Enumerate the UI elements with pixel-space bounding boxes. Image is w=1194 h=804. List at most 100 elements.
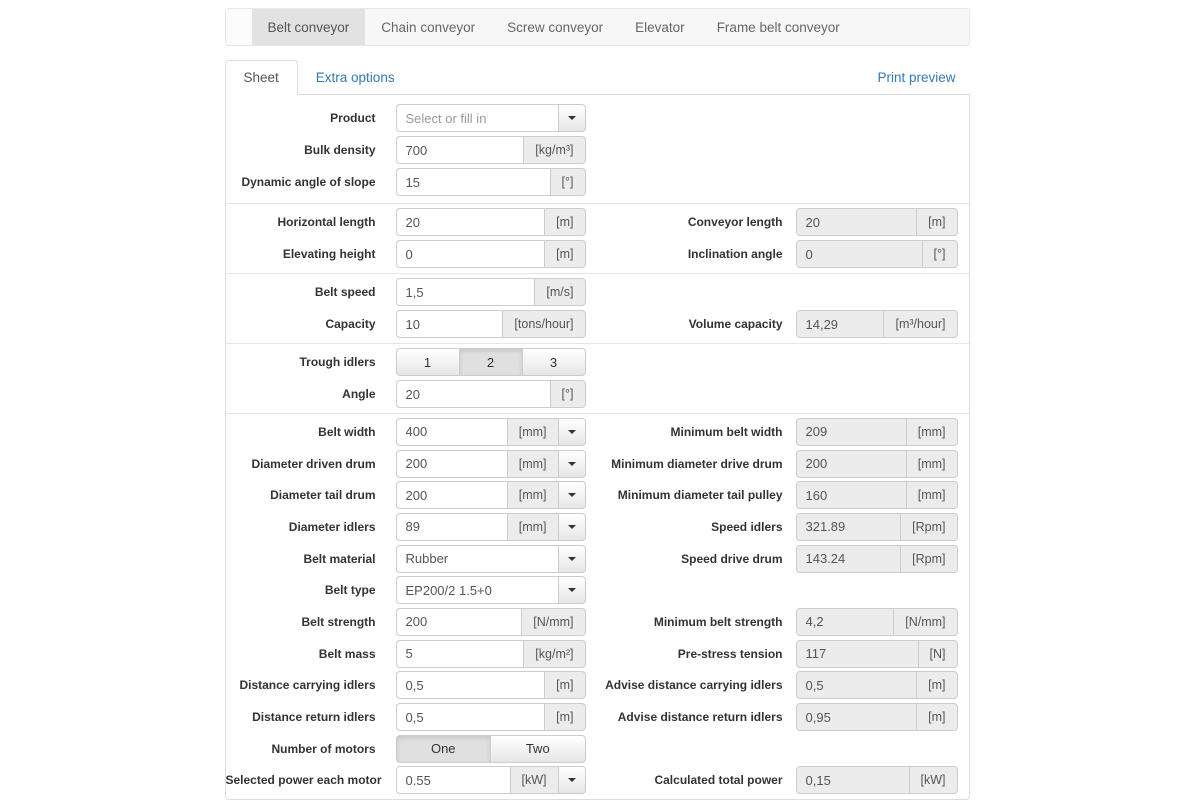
diameter-tail-drum-label: Diameter tail drum bbox=[226, 488, 376, 502]
belt-width-group: [mm] bbox=[396, 418, 586, 446]
belt-width-input[interactable] bbox=[396, 418, 508, 446]
distance-carrying-idlers-label: Distance carrying idlers bbox=[226, 678, 376, 692]
tab-extra-options[interactable]: Extra options bbox=[298, 61, 413, 94]
minimum-diameter-tail-pulley-output bbox=[796, 481, 907, 509]
conveyor-length-group: [m] bbox=[796, 208, 958, 236]
pre-stress-tension-unit: [N] bbox=[918, 640, 958, 668]
form-row-belt-width: Belt width [mm] Minimum belt width [mm] bbox=[226, 416, 969, 448]
belt-strength-input[interactable] bbox=[396, 608, 523, 636]
section-belt-parameters: Belt width [mm] Minimum belt width [mm] … bbox=[226, 413, 969, 799]
diameter-idlers-group: [mm] bbox=[396, 513, 586, 541]
belt-type-dropdown-button[interactable] bbox=[558, 576, 586, 604]
form-row-dynamic-angle: Dynamic angle of slope [°] bbox=[226, 166, 969, 198]
print-preview-link[interactable]: Print preview bbox=[877, 61, 969, 94]
dynamic-angle-group: [°] bbox=[396, 168, 586, 196]
conveyor-length-label: Conveyor length bbox=[600, 215, 783, 229]
tab-elevator[interactable]: Elevator bbox=[619, 9, 701, 45]
belt-strength-group: [N/mm] bbox=[396, 608, 586, 636]
pre-stress-tension-group: [N] bbox=[796, 640, 958, 668]
volume-capacity-label: Volume capacity bbox=[600, 317, 783, 331]
tab-sheet[interactable]: Sheet bbox=[225, 60, 298, 95]
diameter-driven-drum-input[interactable] bbox=[396, 450, 508, 478]
selected-power-input[interactable] bbox=[396, 766, 511, 794]
angle-input[interactable] bbox=[396, 380, 551, 408]
form-row-belt-strength: Belt strength [N/mm] Minimum belt streng… bbox=[226, 606, 969, 638]
minimum-diameter-tail-pulley-label: Minimum diameter tail pulley bbox=[600, 488, 783, 502]
distance-carrying-idlers-unit: [m] bbox=[544, 671, 585, 699]
belt-type-label: Belt type bbox=[226, 583, 376, 597]
capacity-input[interactable] bbox=[396, 310, 504, 338]
calculated-total-power-unit: [kW] bbox=[909, 766, 958, 794]
section-capacity: Belt speed [m/s] Capacity [tons/hour] Vo… bbox=[226, 273, 969, 343]
trough-idlers-option-3[interactable]: 3 bbox=[522, 348, 586, 376]
minimum-diameter-drive-drum-unit: [mm] bbox=[906, 450, 958, 478]
diameter-tail-drum-input[interactable] bbox=[396, 481, 508, 509]
elevating-height-group: [m] bbox=[396, 240, 586, 268]
form-row-diameter-driven-drum: Diameter driven drum [mm] Minimum diamet… bbox=[226, 448, 969, 480]
belt-type-group bbox=[396, 576, 586, 604]
bulk-density-unit: [kg/m³] bbox=[523, 136, 585, 164]
trough-idlers-option-1[interactable]: 1 bbox=[396, 348, 460, 376]
angle-unit: [°] bbox=[550, 380, 586, 408]
belt-mass-group: [kg/m²] bbox=[396, 640, 586, 668]
speed-drive-drum-group: [Rpm] bbox=[796, 545, 958, 573]
tab-chain-conveyor[interactable]: Chain conveyor bbox=[365, 9, 491, 45]
bulk-density-input[interactable] bbox=[396, 136, 525, 164]
belt-material-dropdown-button[interactable] bbox=[558, 545, 586, 573]
diameter-idlers-dropdown-button[interactable] bbox=[558, 513, 586, 541]
belt-speed-input[interactable] bbox=[396, 278, 536, 306]
distance-carrying-idlers-group: [m] bbox=[396, 671, 586, 699]
belt-speed-unit: [m/s] bbox=[534, 278, 585, 306]
dynamic-angle-input[interactable] bbox=[396, 168, 551, 196]
advise-distance-carrying-idlers-output bbox=[796, 671, 918, 699]
diameter-tail-drum-dropdown-button[interactable] bbox=[558, 481, 586, 509]
diameter-driven-drum-dropdown-button[interactable] bbox=[558, 450, 586, 478]
trough-idlers-option-2[interactable]: 2 bbox=[459, 348, 523, 376]
belt-mass-input[interactable] bbox=[396, 640, 525, 668]
form-row-diameter-idlers: Diameter idlers [mm] Speed idlers [Rpm] bbox=[226, 511, 969, 543]
tab-screw-conveyor[interactable]: Screw conveyor bbox=[491, 9, 619, 45]
horizontal-length-input[interactable] bbox=[396, 208, 546, 236]
diameter-idlers-label: Diameter idlers bbox=[226, 520, 376, 534]
capacity-unit: [tons/hour] bbox=[502, 310, 585, 338]
chevron-down-icon bbox=[568, 493, 576, 497]
tabbar-lead-spacer bbox=[226, 9, 252, 45]
chevron-down-icon bbox=[568, 462, 576, 466]
form-row-belt-speed: Belt speed [m/s] bbox=[226, 276, 969, 308]
chevron-down-icon bbox=[568, 525, 576, 529]
belt-width-dropdown-button[interactable] bbox=[558, 418, 586, 446]
capacity-label: Capacity bbox=[226, 317, 376, 331]
number-of-motors-option-one[interactable]: One bbox=[396, 735, 492, 763]
tab-belt-conveyor[interactable]: Belt conveyor bbox=[252, 9, 366, 45]
volume-capacity-output bbox=[796, 310, 885, 338]
elevating-height-input[interactable] bbox=[396, 240, 546, 268]
bulk-density-group: [kg/m³] bbox=[396, 136, 586, 164]
diameter-idlers-unit: [mm] bbox=[507, 513, 559, 541]
minimum-belt-width-output bbox=[796, 418, 907, 446]
distance-return-idlers-input[interactable] bbox=[396, 703, 546, 731]
product-input[interactable] bbox=[396, 104, 559, 132]
advise-distance-return-idlers-group: [m] bbox=[796, 703, 958, 731]
belt-material-group bbox=[396, 545, 586, 573]
minimum-belt-width-group: [mm] bbox=[796, 418, 958, 446]
selected-power-dropdown-button[interactable] bbox=[558, 766, 586, 794]
diameter-tail-drum-group: [mm] bbox=[396, 481, 586, 509]
conveyor-length-output bbox=[796, 208, 918, 236]
product-dropdown-button[interactable] bbox=[558, 104, 586, 132]
belt-material-input[interactable] bbox=[396, 545, 559, 573]
chevron-down-icon bbox=[568, 557, 576, 561]
tab-frame-belt-conveyor[interactable]: Frame belt conveyor bbox=[701, 9, 856, 45]
volume-capacity-unit: [m³/hour] bbox=[883, 310, 957, 338]
number-of-motors-option-two[interactable]: Two bbox=[490, 735, 586, 763]
section-lengths: Horizontal length [m] Conveyor length [m… bbox=[226, 203, 969, 273]
minimum-belt-strength-label: Minimum belt strength bbox=[600, 615, 783, 629]
sheet-form-panel: Product Bulk density [kg/m³] Dynamic ang… bbox=[225, 95, 970, 800]
diameter-idlers-input[interactable] bbox=[396, 513, 508, 541]
selected-power-group: [kW] bbox=[396, 766, 586, 794]
distance-carrying-idlers-input[interactable] bbox=[396, 671, 546, 699]
inclination-angle-unit: [°] bbox=[922, 240, 958, 268]
calculated-total-power-group: [kW] bbox=[796, 766, 958, 794]
belt-type-input[interactable] bbox=[396, 576, 559, 604]
conveyor-length-unit: [m] bbox=[916, 208, 957, 236]
form-row-bulk-density: Bulk density [kg/m³] bbox=[226, 134, 969, 166]
